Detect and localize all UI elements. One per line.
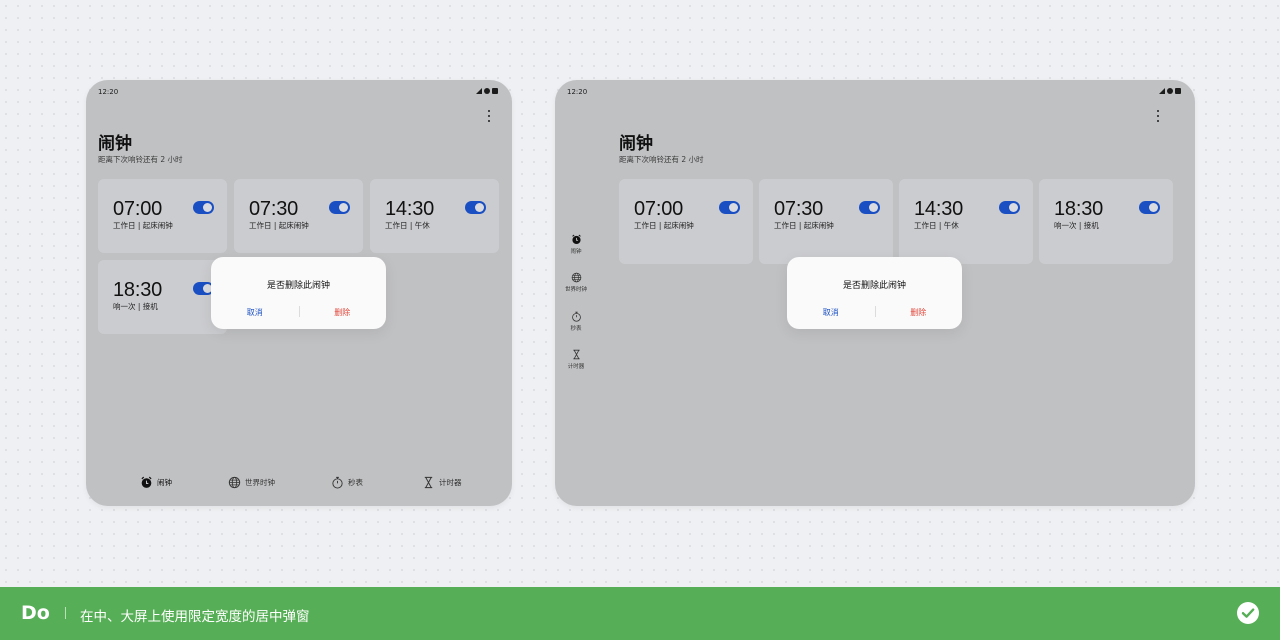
page-subtitle: 距离下次响铃还有 2 小时 <box>98 155 183 164</box>
alarm-time: 07:00 <box>113 198 163 220</box>
rail-item-label: 世界时钟 <box>564 287 587 293</box>
nav-item-label: 秒表 <box>348 478 363 487</box>
alarm-toggle[interactable] <box>1139 201 1160 214</box>
hourglass-icon <box>424 476 433 489</box>
rail-item-label: 计时器 <box>567 364 585 370</box>
alarm-toggle[interactable] <box>465 201 486 214</box>
more-options-icon[interactable] <box>487 110 491 122</box>
alarm-label: 工作日 | 午休 <box>914 221 959 230</box>
alarm-time: 07:30 <box>249 198 299 220</box>
banner-message: 在中、大屏上使用限定宽度的居中弹窗 <box>80 609 310 625</box>
alarm-card[interactable]: 07:00 工作日 | 起床闹钟 <box>619 179 753 264</box>
bottom-navigation: 闹钟 世界时钟 秒表 计时器 <box>86 476 512 490</box>
alarm-card[interactable]: 14:30 工作日 | 午休 <box>370 179 499 253</box>
alarm-card[interactable]: 14:30 工作日 | 午休 <box>899 179 1033 264</box>
alarm-card[interactable]: 07:00 工作日 | 起床闹钟 <box>98 179 227 253</box>
alarm-toggle[interactable] <box>719 201 740 214</box>
alarm-label: 工作日 | 起床闹钟 <box>634 221 694 230</box>
dialog-question: 是否删除此闹钟 <box>842 281 906 291</box>
wifi-icon <box>484 88 490 94</box>
alarm-time: 07:30 <box>774 198 824 220</box>
alarm-card[interactable]: 18:30 响一次 | 接机 <box>1039 179 1173 264</box>
alarm-toggle[interactable] <box>999 201 1020 214</box>
more-options-icon[interactable] <box>1156 110 1160 122</box>
alarm-toggle[interactable] <box>859 201 880 214</box>
device-preview-large: 12:20 闹钟 世界时钟 秒表 计时器 闹钟 距离下次响铃还有 2 小时 07… <box>555 80 1195 506</box>
battery-icon <box>1175 88 1181 94</box>
rail-item-label: 秒表 <box>570 326 582 332</box>
alarm-label: 工作日 | 起床闹钟 <box>774 221 834 230</box>
nav-item-label: 世界时钟 <box>245 478 275 487</box>
battery-icon <box>492 88 498 94</box>
device-preview-medium: 12:20 闹钟 距离下次响铃还有 2 小时 07:00 工作日 | 起床闹钟 … <box>86 80 512 506</box>
delete-alarm-dialog: 是否删除此闹钟 取消 删除 <box>787 257 962 329</box>
cancel-button[interactable]: 取消 <box>211 307 299 318</box>
alarm-toggle[interactable] <box>329 201 350 214</box>
alarm-toggle[interactable] <box>193 201 214 214</box>
alarm-time: 14:30 <box>914 198 964 220</box>
alarm-card[interactable]: 07:30 工作日 | 起床闹钟 <box>234 179 363 253</box>
alarm-label: 响一次 | 接机 <box>113 302 158 311</box>
rail-item-label: 闹钟 <box>570 249 582 255</box>
alarm-label: 工作日 | 起床闹钟 <box>249 221 309 230</box>
nav-item-alarm[interactable]: 闹钟 <box>140 476 172 489</box>
alarm-time: 14:30 <box>385 198 435 220</box>
check-circle-icon <box>1237 602 1259 624</box>
nav-item-world-clock[interactable]: 世界时钟 <box>228 476 275 489</box>
banner-tag: Do <box>21 602 50 624</box>
alarm-label: 响一次 | 接机 <box>1054 221 1099 230</box>
globe-icon <box>228 476 241 489</box>
globe-icon <box>571 272 581 283</box>
wifi-icon <box>1167 88 1173 94</box>
dialog-question: 是否删除此闹钟 <box>266 281 330 291</box>
rail-item-stopwatch[interactable]: 秒表 <box>561 311 591 332</box>
alarm-clock-icon <box>571 234 581 245</box>
rail-item-timer[interactable]: 计时器 <box>561 349 591 370</box>
delete-button[interactable]: 删除 <box>299 307 387 318</box>
alarm-clock-icon <box>141 476 152 488</box>
nav-item-timer[interactable]: 计时器 <box>422 476 462 489</box>
page-title: 闹钟 <box>98 134 132 154</box>
alarm-time: 18:30 <box>113 279 163 301</box>
status-icons <box>476 88 498 94</box>
status-time: 12:20 <box>567 88 588 96</box>
status-icons <box>1159 88 1181 94</box>
alarm-card[interactable]: 18:30 响一次 | 接机 <box>98 260 227 334</box>
status-time: 12:20 <box>98 88 119 96</box>
delete-button[interactable]: 删除 <box>875 307 963 318</box>
delete-alarm-dialog: 是否删除此闹钟 取消 删除 <box>211 257 386 329</box>
signal-icon <box>476 88 482 94</box>
guideline-banner: Do 在中、大屏上使用限定宽度的居中弹窗 <box>0 587 1280 640</box>
page-title: 闹钟 <box>619 134 653 154</box>
signal-icon <box>1159 88 1165 94</box>
page-subtitle: 距离下次响铃还有 2 小时 <box>619 155 704 164</box>
alarm-time: 18:30 <box>1054 198 1104 220</box>
nav-item-label: 计时器 <box>439 478 462 487</box>
alarm-time: 07:00 <box>634 198 684 220</box>
rail-item-alarm[interactable]: 闹钟 <box>561 234 591 255</box>
stopwatch-icon <box>332 476 343 489</box>
nav-item-stopwatch[interactable]: 秒表 <box>331 476 363 489</box>
alarm-label: 工作日 | 起床闹钟 <box>113 221 173 230</box>
banner-divider <box>65 607 66 619</box>
alarm-label: 工作日 | 午休 <box>385 221 430 230</box>
stopwatch-icon <box>571 311 581 322</box>
nav-item-label: 闹钟 <box>157 478 172 487</box>
alarm-card[interactable]: 07:30 工作日 | 起床闹钟 <box>759 179 893 264</box>
hourglass-icon <box>572 349 580 360</box>
cancel-button[interactable]: 取消 <box>787 307 875 318</box>
rail-item-world-clock[interactable]: 世界时钟 <box>561 272 591 293</box>
